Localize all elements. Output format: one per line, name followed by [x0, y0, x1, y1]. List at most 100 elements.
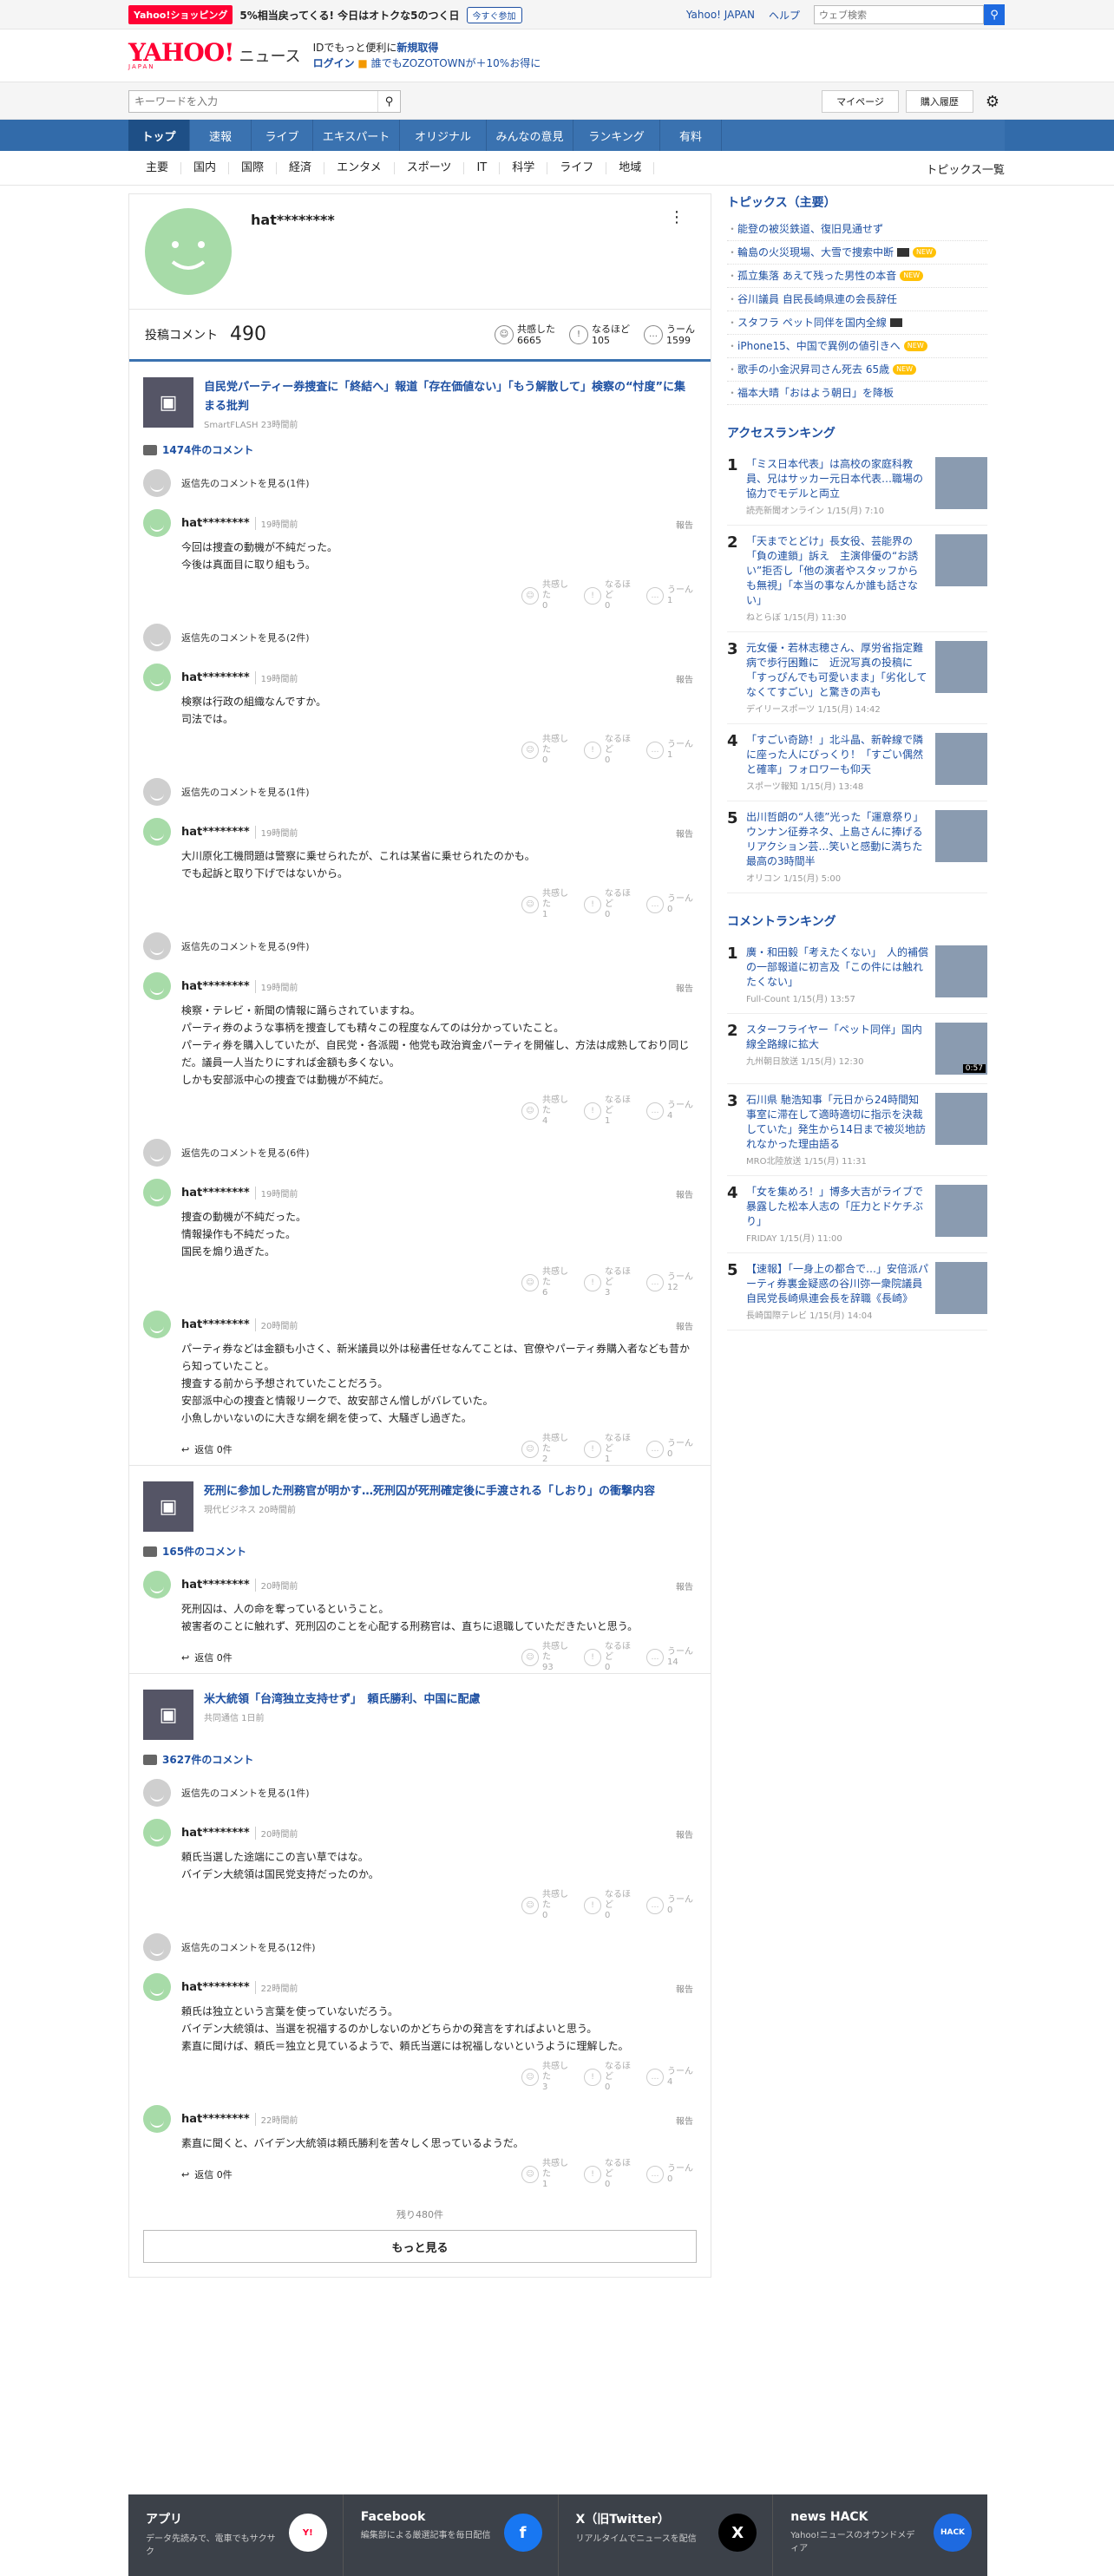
- promo-join-button[interactable]: 今すぐ参加: [466, 6, 522, 23]
- tab-top[interactable]: トップ: [128, 120, 190, 151]
- vote-insight[interactable]: ! なるほど 1: [584, 1434, 634, 1465]
- vote-hmm[interactable]: … うーん 0: [646, 2159, 697, 2190]
- topic-item[interactable]: 能登の被災鉄道、復旧見通せず: [727, 218, 987, 241]
- vote-hmm[interactable]: … うーん 4: [646, 1095, 697, 1127]
- tab-breaking[interactable]: 速報: [190, 120, 252, 151]
- comment-author[interactable]: hat********: [181, 1981, 250, 1994]
- gear-icon[interactable]: ⚙: [980, 93, 1005, 111]
- subnav-item[interactable]: 国際: [229, 162, 278, 174]
- report-link[interactable]: 報告: [676, 1187, 693, 1200]
- subnav-item[interactable]: IT: [464, 162, 501, 174]
- ranking-item[interactable]: 5 出川哲朗の“人徳”光った「運意祭り」 ウンナン征券ネタ、上島さんに捧げるリアク…: [727, 801, 987, 893]
- report-link[interactable]: 報告: [676, 1982, 693, 1995]
- report-link[interactable]: 報告: [676, 518, 693, 531]
- ranking-item[interactable]: 2 スターフライヤー「ペット同伴」国内線全路線に拡大 九州朝日放送 1/15(月) …: [727, 1014, 987, 1084]
- article-title[interactable]: 自民党パーティー券捜査に「終結へ」報道「存在価値ない」「もう解散して」検察の“忖…: [204, 381, 685, 413]
- subnav-item[interactable]: スポーツ: [395, 162, 465, 174]
- ranking-item[interactable]: 3 石川県 馳浩知事「元日から24時間知事室に滞在して適時適切に指示を決裁していた…: [727, 1084, 987, 1176]
- topics-list-link[interactable]: トピックス一覧: [926, 160, 1005, 177]
- comment-author[interactable]: hat********: [181, 1187, 250, 1200]
- reply-button[interactable]: ↩ 返信 0件: [181, 1651, 233, 1664]
- reply-thread-link[interactable]: 返信先のコメントを見る(9件): [143, 932, 697, 960]
- report-link[interactable]: 報告: [676, 827, 693, 840]
- ranking-item[interactable]: 4 「女を集めろ！」博多大吉がライブで暴露した松本人志の「圧力とドケチぶり」 FRI…: [727, 1176, 987, 1253]
- report-link[interactable]: 報告: [676, 672, 693, 685]
- report-link[interactable]: 報告: [676, 1319, 693, 1332]
- comment-author[interactable]: hat********: [181, 980, 250, 993]
- comment-author[interactable]: hat********: [181, 1579, 250, 1592]
- shopping-badge[interactable]: Yahoo!ショッピング: [128, 5, 233, 24]
- topic-item[interactable]: 輪島の火災現場、大雪で捜索中断 NEW: [727, 241, 987, 265]
- vote-hmm[interactable]: … うーん 12: [646, 1267, 697, 1298]
- reply-thread-link[interactable]: 返信先のコメントを見る(1件): [143, 1779, 697, 1807]
- zozo-promo[interactable]: 誰でもZOZOTOWNが＋10%お得に: [371, 57, 541, 69]
- vote-hmm[interactable]: … うーん 0: [646, 1890, 697, 1921]
- thumbnail-icon[interactable]: ▣: [143, 1690, 193, 1740]
- vote-empathy[interactable]: ☺ 共感した 0: [521, 1890, 572, 1921]
- reply-thread-link[interactable]: 返信先のコメントを見る(12件): [143, 1933, 697, 1961]
- topic-item[interactable]: iPhone15、中国で異例の値引きへNEW: [727, 335, 987, 358]
- web-search-input[interactable]: [814, 5, 984, 24]
- subnav-item[interactable]: 地域: [606, 162, 655, 174]
- comment-author[interactable]: hat********: [181, 2113, 250, 2126]
- tab-opinions[interactable]: みんなの意見: [487, 120, 573, 151]
- reply-thread-link[interactable]: 返信先のコメントを見る(1件): [143, 778, 697, 806]
- vote-empathy[interactable]: ☺ 共感した 3: [521, 2062, 572, 2093]
- ranking-item[interactable]: 5 【速報】「一身上の都合で…」安倍派パーティ券裏金疑惑の谷川弥一衆院議員 自民党…: [727, 1253, 987, 1330]
- purchase-history-button[interactable]: 購入履歴: [905, 90, 973, 113]
- vote-empathy[interactable]: ☺ 共感した 6: [521, 1267, 572, 1298]
- comment-author[interactable]: hat********: [181, 826, 250, 839]
- article-title[interactable]: 死刑に参加した刑務官が明かす…死刑囚が死刑確定後に手渡される「しおり」の衝撃内容: [204, 1485, 655, 1498]
- ranking-item[interactable]: 1 廣・和田毅「考えたくない」 人的補償の一部報道に初言及「この件には触れたくない…: [727, 937, 987, 1014]
- vote-insight[interactable]: ! なるほど 1: [584, 1095, 634, 1127]
- vote-empathy[interactable]: ☺ 共感した 1: [521, 2159, 572, 2190]
- reply-thread-link[interactable]: 返信先のコメントを見る(6件): [143, 1139, 697, 1167]
- comment-author[interactable]: hat********: [181, 1318, 250, 1331]
- tab-live[interactable]: ライブ: [252, 120, 313, 151]
- vote-empathy[interactable]: ☺ 共感した 2: [521, 1434, 572, 1465]
- reply-thread-link[interactable]: 返信先のコメントを見る(2件): [143, 624, 697, 651]
- footer-facebook[interactable]: Facebook 編集部による厳選記事を毎日配信 f: [344, 2494, 559, 2576]
- vote-insight[interactable]: ! なるほど 0: [584, 2062, 634, 2093]
- vote-insight[interactable]: ! なるほど 0: [584, 889, 634, 920]
- thumbnail-icon[interactable]: ▣: [143, 1481, 193, 1532]
- vote-insight[interactable]: ! なるほど 0: [584, 580, 634, 611]
- topic-item[interactable]: 孤立集落 あえて残った男性の本音NEW: [727, 265, 987, 288]
- subnav-item[interactable]: 経済: [277, 162, 325, 174]
- tab-original[interactable]: オリジナル: [400, 120, 487, 151]
- vote-insight[interactable]: ! なるほど 0: [584, 1642, 634, 1673]
- subnav-item[interactable]: 科学: [500, 162, 548, 174]
- comment-author[interactable]: hat********: [181, 1827, 250, 1840]
- comment-count-link[interactable]: 3627件のコメント: [143, 1752, 697, 1767]
- tab-expert[interactable]: エキスパート: [313, 120, 400, 151]
- tab-paid[interactable]: 有料: [660, 120, 722, 151]
- help-link[interactable]: ヘルプ: [769, 8, 800, 23]
- ranking-item[interactable]: 1 「ミス日本代表」は高校の家庭科教員、兄はサッカー元日本代表…職場の協力でモデル…: [727, 448, 987, 526]
- promo-text[interactable]: 5%相当戻ってくる! 今日はオトクな5のつく日: [239, 8, 459, 23]
- yahoo-japan-link[interactable]: Yahoo! JAPAN: [686, 9, 755, 21]
- topic-item[interactable]: スタフラ ペット同伴を国内全線: [727, 311, 987, 335]
- keyword-input[interactable]: [129, 91, 377, 112]
- comment-count-link[interactable]: 1474件のコメント: [143, 442, 697, 457]
- subnav-item[interactable]: ライフ: [547, 162, 607, 174]
- vote-insight[interactable]: ! なるほど 0: [584, 2159, 634, 2190]
- vote-hmm[interactable]: … うーん 14: [646, 1642, 697, 1673]
- reply-button[interactable]: ↩ 返信 0件: [181, 2167, 233, 2181]
- vote-insight[interactable]: ! なるほど 0: [584, 1890, 634, 1921]
- ranking-item[interactable]: 4 「すごい奇跡！」北斗晶、新幹線で隣に座った人にびっくり！「すごい偶然と確率」フ…: [727, 724, 987, 801]
- thumbnail-icon[interactable]: ▣: [143, 377, 193, 428]
- topic-item[interactable]: 歌手の小金沢昇司さん死去 65歳NEW: [727, 358, 987, 382]
- report-link[interactable]: 報告: [676, 981, 693, 994]
- vote-hmm[interactable]: … うーん 4: [646, 2062, 697, 2093]
- search-icon[interactable]: ⚲: [377, 91, 400, 112]
- vote-empathy[interactable]: ☺ 共感した 0: [521, 735, 572, 766]
- yahoo-logo[interactable]: YAHOO! JAPAN: [128, 41, 234, 71]
- subnav-item[interactable]: 国内: [181, 162, 230, 174]
- report-link[interactable]: 報告: [676, 1579, 693, 1592]
- signup-link[interactable]: 新規取得: [396, 42, 438, 54]
- vote-hmm[interactable]: … うーん 0: [646, 1434, 697, 1465]
- load-more-button[interactable]: もっと見る: [143, 2230, 697, 2263]
- ranking-item[interactable]: 3 元女優・若林志穂さん、厚労省指定難病で歩行困難に 近況写真の投稿に「すっぴんで…: [727, 632, 987, 724]
- subnav-item[interactable]: エンタメ: [324, 162, 395, 174]
- vote-empathy[interactable]: ☺ 共感した 93: [521, 1642, 572, 1673]
